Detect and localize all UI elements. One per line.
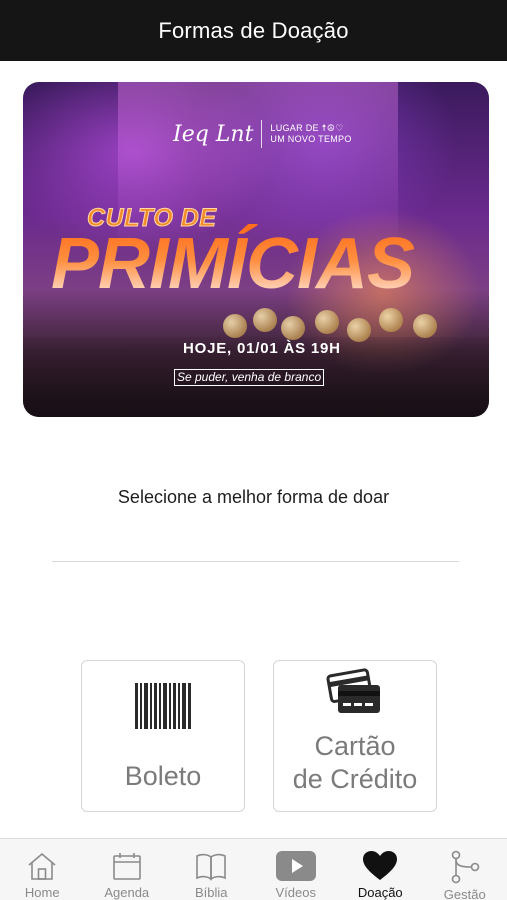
credit-card-label-line2: de Crédito: [292, 764, 418, 794]
tab-bible-label: Bíblia: [194, 885, 228, 900]
page-title: Formas de Doação: [158, 17, 349, 43]
logo-tagline: LUGAR DE ☨☮♡ UM NOVO TEMPO: [270, 123, 351, 145]
barcode-icon: [135, 683, 191, 734]
tab-bible[interactable]: Bíblia: [169, 839, 254, 900]
logo-divider: [261, 120, 263, 148]
banner-schedule: HOJE, 01/01 ÀS 19H: [183, 340, 341, 357]
boleto-label: Boleto: [124, 761, 202, 791]
logo-tagline-line1: LUGAR DE ☨☮♡: [270, 123, 344, 133]
tab-donation[interactable]: Doação: [338, 839, 423, 900]
tab-home[interactable]: Home: [0, 839, 85, 900]
top-app-bar: Formas de Doação: [0, 0, 507, 61]
divider: [52, 561, 459, 562]
section-subtitle: Selecione a melhor forma de doar: [117, 487, 390, 507]
heart-icon: [362, 850, 398, 882]
tab-donation-label: Doação: [357, 885, 403, 900]
logo-script: Ieq Lnt: [173, 121, 254, 147]
play-icon: [275, 850, 316, 882]
bottom-tab-bar: Home Agenda Bíblia Vídeos Doação Gestão: [0, 838, 507, 900]
home-icon: [26, 850, 58, 882]
tab-videos[interactable]: Vídeos: [254, 839, 339, 900]
banner-headline-large: PRIMÍCIAS: [51, 224, 415, 304]
tab-management[interactable]: Gestão: [423, 839, 507, 900]
credit-card-icon: [326, 667, 384, 722]
balloon-decoration: [223, 304, 463, 344]
banner-note: Se puder, venha de branco: [174, 369, 325, 386]
tab-management-label: Gestão: [443, 887, 486, 900]
tab-agenda-label: Agenda: [104, 885, 150, 900]
credit-card-label-line1: Cartão: [314, 731, 396, 761]
credit-card-label: Cartão de Crédito: [293, 730, 418, 796]
church-logo: Ieq Lnt LUGAR DE ☨☮♡ UM NOVO TEMPO: [173, 120, 352, 148]
branch-icon: [448, 850, 482, 884]
calendar-icon: [111, 850, 143, 882]
boleto-button[interactable]: Boleto: [81, 660, 245, 812]
credit-card-button[interactable]: Cartão de Crédito: [273, 660, 437, 812]
logo-tagline-line2: UM NOVO TEMPO: [270, 134, 352, 144]
event-banner[interactable]: Ieq Lnt LUGAR DE ☨☮♡ UM NOVO TEMPO CULTO…: [23, 82, 489, 417]
tab-videos-label: Vídeos: [275, 885, 316, 900]
bible-icon: [194, 850, 228, 882]
tab-agenda[interactable]: Agenda: [85, 839, 170, 900]
tab-home-label: Home: [24, 885, 60, 900]
